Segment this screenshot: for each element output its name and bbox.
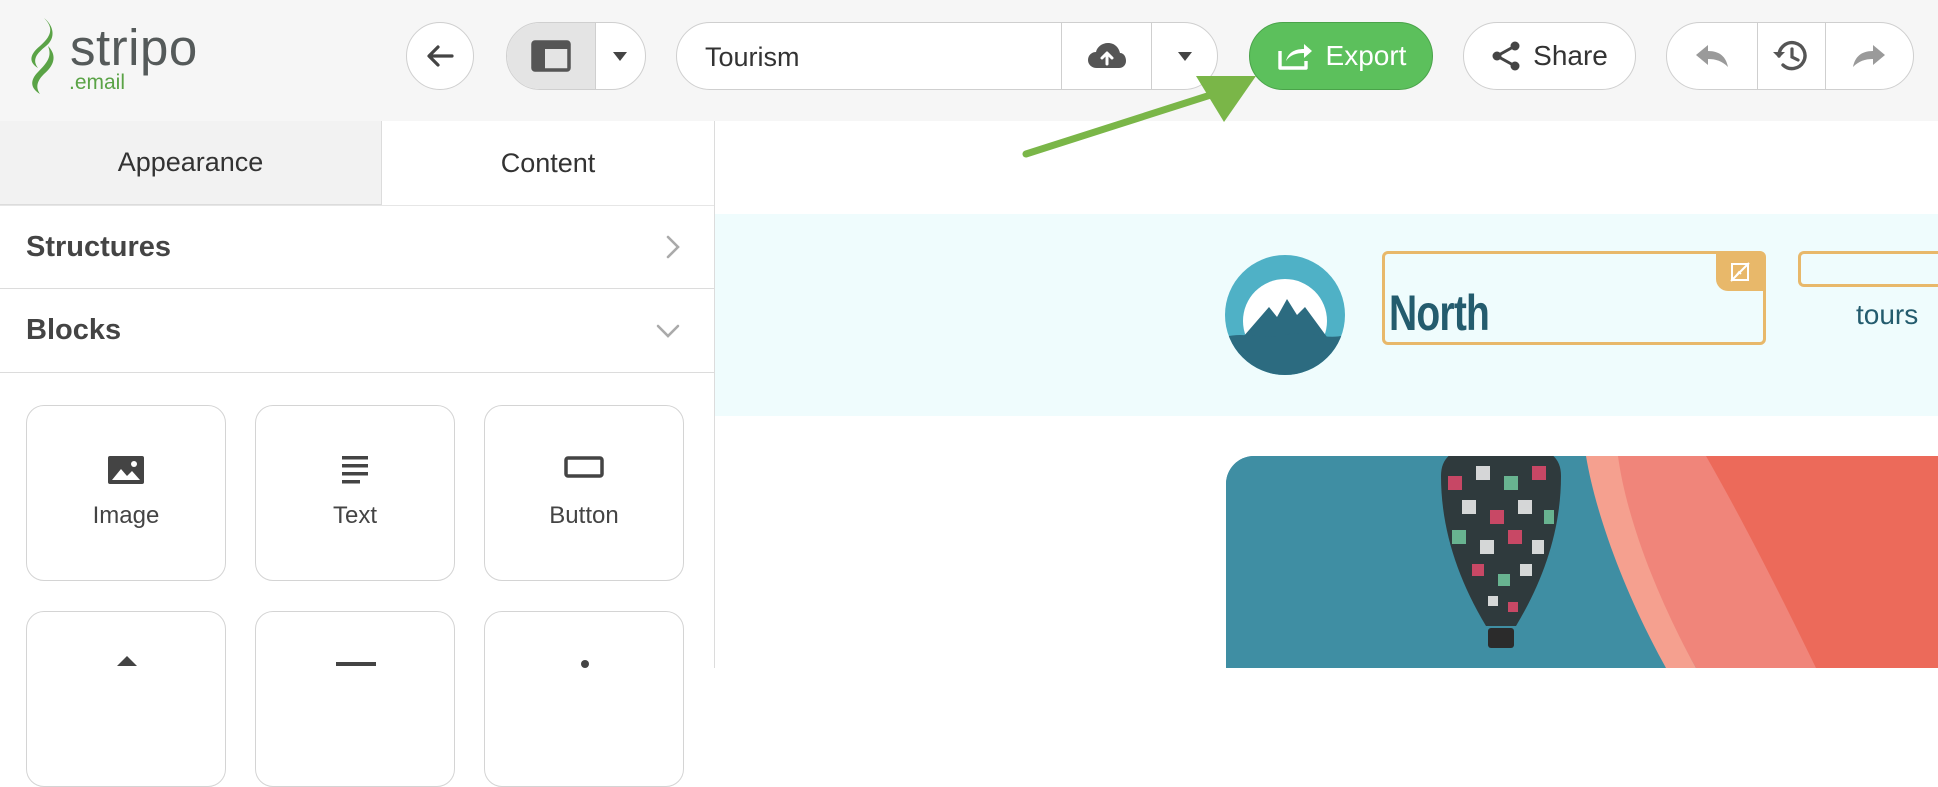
- template-name-input[interactable]: [703, 23, 1037, 89]
- hot-air-balloon-image: [1226, 456, 1938, 668]
- cloud-upload-icon: [1088, 43, 1126, 68]
- block-image[interactable]: Image: [26, 405, 226, 581]
- menu-item-tours[interactable]: tours: [1856, 299, 1918, 331]
- logo-text-block-selected[interactable]: North: [1382, 251, 1766, 345]
- share-button[interactable]: Share: [1463, 22, 1636, 90]
- stripo-logo[interactable]: stripo .email: [22, 14, 242, 98]
- version-history-button[interactable]: [1757, 23, 1826, 89]
- back-button[interactable]: [406, 22, 474, 90]
- share-icon: [1492, 41, 1520, 71]
- layout-dropdown-button[interactable]: [595, 23, 645, 89]
- history-clock-icon: [1773, 40, 1807, 71]
- video-icon: [336, 662, 376, 666]
- email-canvas[interactable]: North tours: [715, 121, 1938, 668]
- annotation-arrow: [1022, 76, 1256, 158]
- edit-block-button[interactable]: [1716, 253, 1764, 291]
- tab-content[interactable]: Content: [382, 121, 714, 205]
- history-controls: [1666, 22, 1914, 90]
- layout-panel-icon: [531, 40, 571, 72]
- redo-icon: [1853, 45, 1885, 67]
- export-button[interactable]: Export: [1249, 22, 1433, 90]
- block-image-label: Image: [92, 502, 160, 529]
- logo-subdomain: .email: [69, 71, 126, 94]
- logo-wordmark: stripo: [70, 19, 198, 76]
- arrow-left-icon: [427, 45, 454, 67]
- block-spacer[interactable]: [26, 611, 226, 787]
- block-button[interactable]: Button: [484, 405, 684, 581]
- mountain-logo-icon[interactable]: [1225, 255, 1345, 375]
- panel-tabs: Appearance Content: [0, 121, 714, 205]
- block-button-label: Button: [549, 502, 619, 529]
- block-social[interactable]: [484, 611, 684, 787]
- export-label: Export: [1325, 40, 1407, 71]
- share-label: Share: [1533, 40, 1608, 71]
- block-text[interactable]: Text: [255, 405, 455, 581]
- caret-down-icon: [613, 51, 627, 61]
- layout-toggle-button[interactable]: [507, 23, 596, 89]
- menu-block-outline[interactable]: [1798, 251, 1938, 287]
- stripo-leaf-icon: [31, 18, 54, 94]
- chevron-down-icon: [656, 324, 680, 338]
- no-image-icon: [1730, 262, 1750, 282]
- blocks-section-header[interactable]: Blocks: [0, 289, 714, 373]
- top-toolbar: stripo .email Tourism Export Share: [0, 0, 1938, 122]
- export-icon: [1277, 44, 1312, 70]
- blocks-label: Blocks: [26, 314, 122, 346]
- block-video[interactable]: [255, 611, 455, 787]
- structures-label: Structures: [26, 230, 172, 263]
- layout-switcher: [506, 22, 646, 90]
- block-text-label: Text: [332, 502, 377, 529]
- email-logo-text: North: [1389, 285, 1490, 341]
- chevron-right-icon: [666, 235, 680, 259]
- button-icon: [564, 456, 604, 478]
- structures-section-header[interactable]: Structures: [0, 205, 714, 289]
- redo-button[interactable]: [1825, 23, 1913, 89]
- caret-down-icon: [1178, 51, 1192, 61]
- image-icon: [108, 456, 144, 484]
- text-lines-icon: [342, 456, 368, 484]
- undo-icon: [1696, 45, 1728, 67]
- undo-button[interactable]: [1667, 23, 1758, 89]
- tab-appearance[interactable]: Appearance: [0, 121, 382, 205]
- settings-panel: Appearance Content Structures Blocks Ima…: [0, 121, 715, 787]
- hero-image-balloons[interactable]: [1226, 456, 1938, 668]
